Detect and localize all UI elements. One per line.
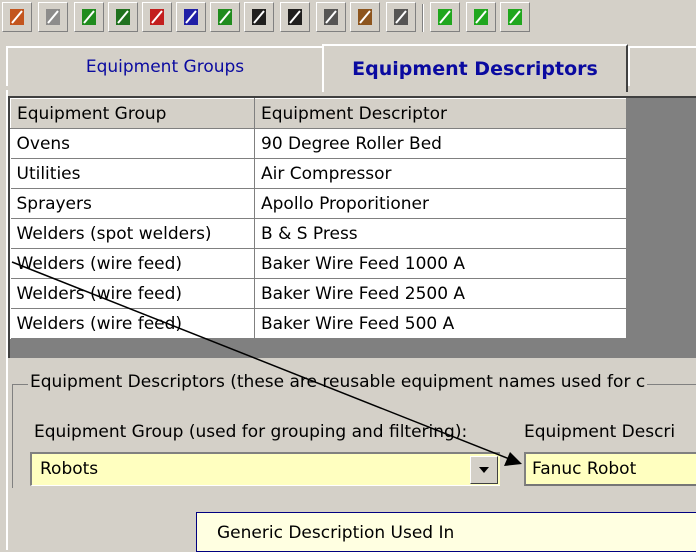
toolbar-button-9[interactable] [280, 2, 310, 32]
dropdown-button[interactable] [470, 456, 498, 484]
table-header-row: Equipment Group Equipment Descriptor [10, 98, 627, 129]
equipment-grid[interactable]: Equipment Group Equipment Descriptor Ove… [8, 96, 696, 358]
toolbar-button-10[interactable] [316, 2, 346, 32]
equipment-descriptor-input[interactable] [524, 452, 696, 486]
toolbar-button-1[interactable] [2, 2, 32, 32]
table-row[interactable]: Ovens 90 Degree Roller Bed [10, 128, 627, 159]
column-header-equipment-group[interactable]: Equipment Group [10, 98, 255, 129]
tooltip: Generic Description Used In [196, 512, 696, 552]
table-row[interactable]: Welders (wire feed) Baker Wire Feed 2500 … [10, 278, 627, 309]
equipment-group-label: Equipment Group (used for grouping and f… [34, 422, 468, 442]
tab-equipment-groups-label: Equipment Groups [85, 57, 245, 77]
cell-equipment-group[interactable]: Utilities [10, 158, 255, 189]
toolbar-button-14[interactable] [466, 2, 496, 32]
chevron-down-icon [479, 467, 489, 473]
tab-equipment-descriptors-label: Equipment Descriptors [352, 58, 598, 80]
toolbar-button-13[interactable] [430, 2, 460, 32]
cell-equipment-descriptor[interactable]: Baker Wire Feed 1000 A [254, 248, 627, 279]
toolbar [0, 0, 696, 38]
green-chart-icon [508, 9, 522, 25]
green-arrow-icon [82, 9, 96, 25]
red-arrow-icon [150, 9, 164, 25]
chart-icon [288, 9, 302, 25]
toolbar-button-5[interactable] [142, 2, 172, 32]
cell-equipment-descriptor[interactable]: Baker Wire Feed 500 A [254, 308, 627, 339]
table-row[interactable]: Sprayers Apollo Proporitioner [10, 188, 627, 219]
toolbar-button-8[interactable] [244, 2, 274, 32]
equipment-group-select[interactable]: Robots [30, 452, 500, 486]
dark-green-arrow-icon [116, 9, 130, 25]
column-header-equipment-descriptor[interactable]: Equipment Descriptor [254, 98, 627, 129]
tray-icon [394, 9, 408, 25]
cell-equipment-group[interactable]: Welders (spot welders) [10, 218, 255, 249]
cell-equipment-group[interactable]: Welders (wire feed) [10, 278, 255, 309]
blue-arrow-icon [184, 9, 198, 25]
wrench-icon [324, 9, 338, 25]
descriptor-group-legend: Equipment Descriptors (these are reusabl… [28, 372, 648, 392]
toolbar-button-4[interactable] [108, 2, 138, 32]
cell-equipment-descriptor[interactable]: Air Compressor [254, 158, 627, 189]
table-row[interactable]: Utilities Air Compressor [10, 158, 627, 189]
cell-equipment-group[interactable]: Welders (wire feed) [10, 248, 255, 279]
toolbar-button-2[interactable] [38, 2, 68, 32]
cell-equipment-descriptor[interactable]: Baker Wire Feed 2500 A [254, 278, 627, 309]
toolbar-button-6[interactable] [176, 2, 206, 32]
green-column-icon [438, 9, 452, 25]
cell-equipment-group[interactable]: Sprayers [10, 188, 255, 219]
cell-equipment-descriptor[interactable]: Apollo Proporitioner [254, 188, 627, 219]
table-row[interactable]: Welders (spot welders) B & S Press [10, 218, 627, 249]
toolbar-button-7[interactable] [210, 2, 240, 32]
tab-next[interactable] [628, 46, 696, 86]
stand-icon [252, 9, 266, 25]
toolbar-button-3[interactable] [74, 2, 104, 32]
table-row[interactable]: Welders (wire feed) Baker Wire Feed 500 A [10, 308, 627, 339]
cell-equipment-group[interactable]: Welders (wire feed) [10, 308, 255, 339]
cell-equipment-group[interactable]: Ovens [10, 128, 255, 159]
tab-equipment-descriptors[interactable]: Equipment Descriptors [322, 44, 628, 92]
toolbar-separator [422, 4, 424, 32]
green-stand-icon [474, 9, 488, 25]
cell-equipment-descriptor[interactable]: 90 Degree Roller Bed [254, 128, 627, 159]
cell-equipment-descriptor[interactable]: B & S Press [254, 218, 627, 249]
equipment-table: Equipment Group Equipment Descriptor Ove… [10, 98, 627, 339]
tab-equipment-groups[interactable]: Equipment Groups [6, 46, 324, 86]
cylinder-icon [46, 9, 60, 25]
equipment-descriptor-label: Equipment Descri [524, 422, 676, 442]
gear-person-icon [358, 9, 372, 25]
table-row[interactable]: Welders (wire feed) Baker Wire Feed 1000 … [10, 248, 627, 279]
toolbar-button-11[interactable] [350, 2, 380, 32]
equipment-group-value: Robots [40, 459, 99, 479]
import-icon [10, 9, 24, 25]
toolbar-button-15[interactable] [500, 2, 530, 32]
toolbar-button-12[interactable] [386, 2, 416, 32]
green-tree-icon [218, 9, 232, 25]
